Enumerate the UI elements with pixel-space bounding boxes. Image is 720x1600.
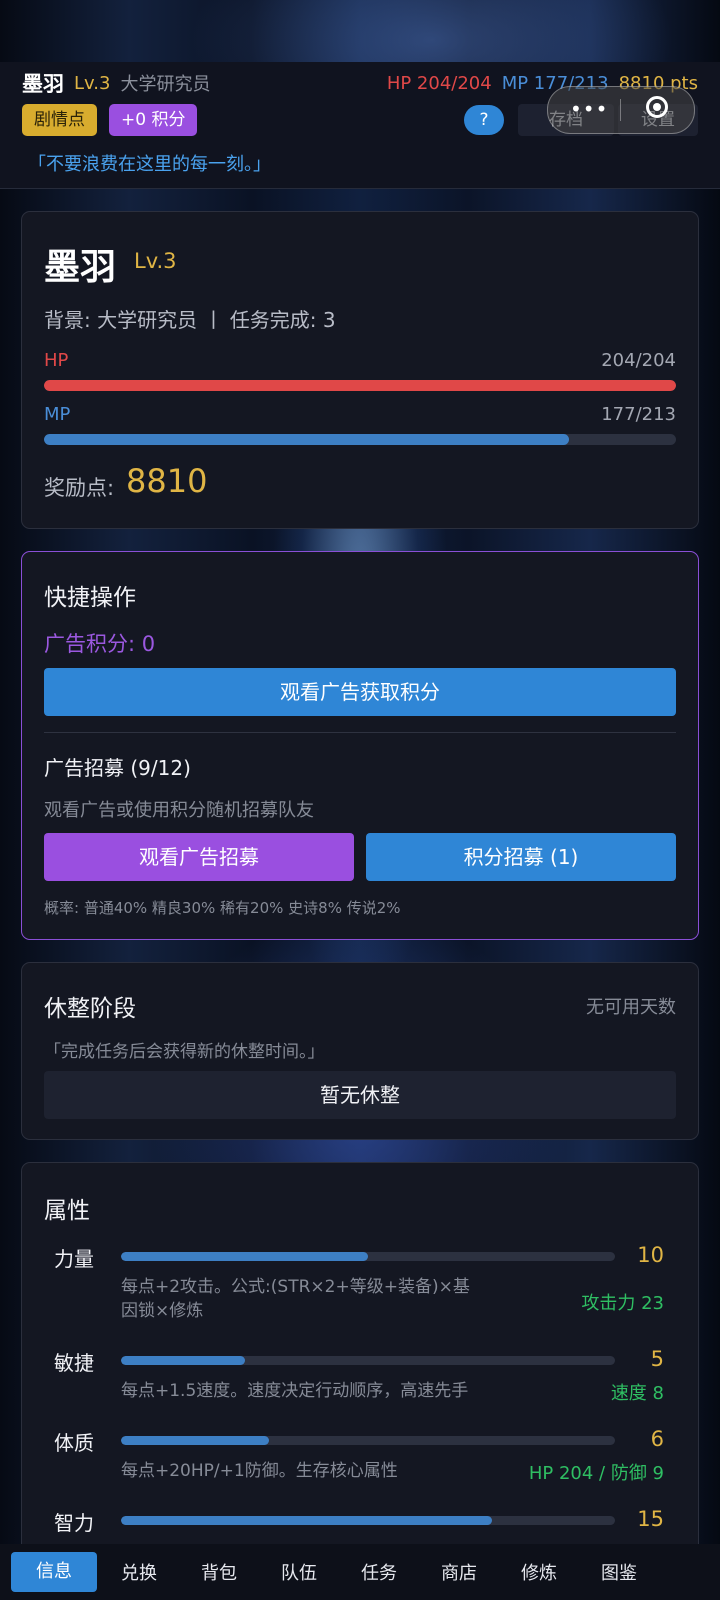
attr-bar-fill: [121, 1516, 492, 1525]
attr-description: 每点+2攻击。公式:(STR×2+等级+装备)×基因锁×修炼: [121, 1277, 470, 1321]
score-button[interactable]: +0 积分: [109, 104, 198, 136]
player-level: Lv.3: [74, 72, 111, 94]
attr-value: 10: [637, 1243, 664, 1267]
attr-name: 力量: [54, 1247, 94, 1271]
nav-tab-backpack[interactable]: 背包: [179, 1559, 259, 1585]
character-card: 墨羽 Lv.3 背景: 大学研究员 丨 任务完成: 3 HP 204/204 M…: [21, 211, 699, 529]
rest-title: 休整阶段: [44, 996, 136, 1022]
quick-actions-card: 快捷操作 广告积分: 0 观看广告获取积分 广告招募 (9/12) 观看广告或使…: [21, 551, 699, 940]
character-name: 墨羽: [44, 247, 117, 288]
nav-tab-team[interactable]: 队伍: [259, 1559, 339, 1585]
mp-bar-fill: [44, 434, 570, 445]
hp-bar-fill: [44, 380, 676, 391]
rest-button[interactable]: 暂无休整: [44, 1071, 676, 1119]
close-miniprogram-icon[interactable]: [646, 96, 668, 118]
miniprogram-capsule: •••: [547, 86, 695, 134]
divider: [44, 732, 676, 733]
mp-bar: [44, 434, 676, 445]
player-name: 墨羽: [22, 72, 64, 96]
hp-label: HP: [44, 350, 69, 371]
attr-bar: [121, 1516, 615, 1525]
score-recruit-button[interactable]: 积分招募 (1): [366, 833, 676, 881]
attr-bar: [121, 1356, 615, 1365]
attr-description: 每点+20HP/+1防御。生存核心属性: [121, 1461, 398, 1481]
mp-label: MP: [44, 404, 71, 425]
attr-bar-fill: [121, 1252, 368, 1261]
attr-description: 每点+1.5速度。速度决定行动顺序，高速先手: [121, 1381, 469, 1401]
quick-actions-title: 快捷操作: [44, 585, 136, 611]
story-points-button[interactable]: 剧情点: [22, 104, 97, 136]
attr-value: 5: [650, 1347, 664, 1371]
more-menu-icon[interactable]: •••: [570, 99, 608, 119]
rest-days-status: 无可用天数: [586, 997, 676, 1018]
ad-score-label: 广告积分: 0: [44, 632, 156, 656]
attr-bar-fill: [121, 1356, 245, 1365]
capsule-divider: [620, 99, 621, 121]
nav-tab-training[interactable]: 修炼: [499, 1559, 579, 1585]
attributes-title: 属性: [44, 1198, 90, 1224]
watch-ad-recruit-button[interactable]: 观看广告招募: [44, 833, 354, 881]
watch-ad-points-button[interactable]: 观看广告获取积分: [44, 668, 676, 716]
attr-effect: 速度 8: [610, 1383, 664, 1404]
attr-value: 6: [650, 1427, 664, 1451]
ad-recruit-description: 观看广告或使用积分随机招募队友: [44, 800, 314, 821]
attr-name: 敏捷: [54, 1351, 94, 1375]
attr-bar: [121, 1252, 615, 1261]
hp-bar: [44, 380, 676, 391]
recruit-probability: 概率: 普通40% 精良30% 稀有20% 史诗8% 传说2%: [44, 899, 401, 917]
attr-value: 15: [637, 1507, 664, 1531]
rest-card: 休整阶段 无可用天数 「完成任务后会获得新的休整时间。」 暂无休整: [21, 962, 699, 1140]
help-button[interactable]: ?: [464, 105, 504, 135]
character-level: Lv.3: [134, 249, 177, 273]
mp-value: 177/213: [601, 404, 676, 425]
reward-points-value: 8810: [126, 462, 208, 500]
attr-effect: HP 204 / 防御 9: [528, 1463, 664, 1484]
attr-name: 智力: [54, 1511, 94, 1535]
hp-readout: HP 204/204: [386, 72, 492, 94]
reward-points-label: 奖励点:: [44, 476, 115, 500]
bottom-nav: 信息 兑换 背包 队伍 任务 商店 修炼 图鉴: [0, 1544, 720, 1600]
nav-tab-exchange[interactable]: 兑换: [99, 1559, 179, 1585]
rest-description: 「完成任务后会获得新的休整时间。」: [44, 1042, 325, 1062]
quote-banner: 「不要浪费在这里的每一刻。」: [28, 154, 271, 175]
nav-tab-shop[interactable]: 商店: [419, 1559, 499, 1585]
attr-bar-fill: [121, 1436, 270, 1445]
character-background: 背景: 大学研究员 丨 任务完成: 3: [44, 308, 336, 332]
attr-effect: 攻击力 23: [581, 1293, 664, 1314]
attr-name: 体质: [54, 1431, 94, 1455]
ad-recruit-title: 广告招募 (9/12): [44, 756, 191, 780]
hp-value: 204/204: [601, 350, 676, 371]
nav-tab-info[interactable]: 信息: [11, 1552, 97, 1592]
nav-tab-missions[interactable]: 任务: [339, 1559, 419, 1585]
nav-tab-codex[interactable]: 图鉴: [579, 1559, 659, 1585]
attr-bar: [121, 1436, 615, 1445]
attributes-card: 属性 力量 10 每点+2攻击。公式:(STR×2+等级+装备)×基因锁×修炼 …: [21, 1162, 699, 1562]
player-background: 大学研究员: [120, 74, 211, 95]
